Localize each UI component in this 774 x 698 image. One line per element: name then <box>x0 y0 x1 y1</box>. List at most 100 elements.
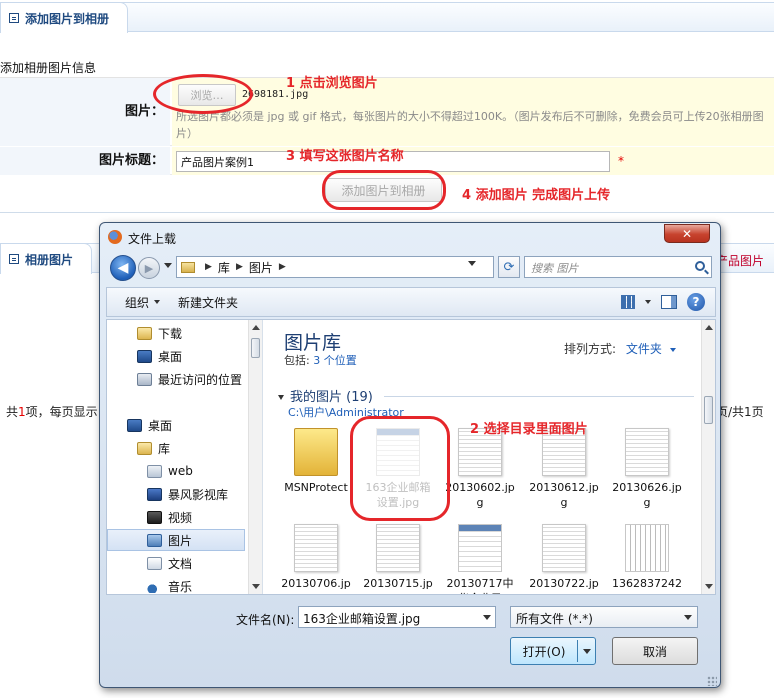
required-mark: * <box>618 154 624 168</box>
scroll-down-icon[interactable] <box>252 584 260 589</box>
nav-item-music[interactable]: 音乐 <box>107 575 245 594</box>
image-row: 图片： 浏览… 2698181.jpg 所选图片都必须是 jpg 或 gif 格… <box>0 78 774 146</box>
file-item[interactable]: 20130612.jpg <box>528 428 600 518</box>
collapse-icon[interactable] <box>278 395 284 400</box>
breadcrumb-pictures[interactable]: 图片 <box>249 259 273 276</box>
file-item[interactable]: 20130715.jpg <box>362 524 434 594</box>
image-field: 浏览… 2698181.jpg 所选图片都必须是 jpg 或 gif 格式，每张… <box>172 78 774 146</box>
chevron-down-icon[interactable] <box>483 615 491 620</box>
address-dropdown-icon[interactable] <box>468 261 476 266</box>
nav-item-pictures[interactable]: 图片 <box>107 529 245 551</box>
view-options-dropdown-icon[interactable] <box>645 300 651 304</box>
file-name: MSNProtect <box>284 481 348 494</box>
search-input[interactable]: 搜索 图片 <box>524 256 712 278</box>
nav-item-recent-places[interactable]: 最近访问的位置 <box>107 368 245 390</box>
downloads-folder-icon <box>137 326 152 340</box>
section-tab-label: 添加图片到相册 <box>25 11 110 26</box>
file-name: 20130602.jpg <box>445 481 515 509</box>
nav-item-web[interactable]: web <box>107 460 245 482</box>
navigation-pane: 下载 桌面 最近访问的位置 桌面 库 web 暴风影视库 视频 图片 文档 音乐 <box>107 320 263 594</box>
close-button[interactable]: ✕ <box>664 224 710 243</box>
image-thumbnail-icon <box>542 524 586 572</box>
nav-item-label: web <box>168 464 193 478</box>
pager-count: 1 <box>18 405 26 419</box>
annotation-step1: 1 点击浏览图片 <box>286 76 378 91</box>
scroll-thumb[interactable] <box>251 338 260 358</box>
nav-item-storm[interactable]: 暴风影视库 <box>107 483 245 505</box>
breadcrumb-library[interactable]: 库 <box>218 259 230 276</box>
preview-pane-icon[interactable] <box>661 295 677 309</box>
filename-input[interactable]: 163企业邮箱设置.jpg <box>298 606 496 628</box>
search-placeholder: 搜索 图片 <box>531 262 579 275</box>
arrange-label: 排列方式: <box>564 342 617 356</box>
open-options-dropdown-icon[interactable] <box>583 648 591 654</box>
chevron-right-icon[interactable]: ▶ <box>236 262 243 272</box>
nav-item-desktop[interactable]: 桌面 <box>107 345 245 367</box>
refresh-button[interactable]: ⟳ <box>498 256 520 278</box>
library-title: 图片库 <box>284 332 342 354</box>
file-name: 20130717中华企业录 <box>446 577 514 594</box>
upload-hint: 所选图片都必须是 jpg 或 gif 格式，每张图片的大小不得超过100K。（图… <box>176 110 764 140</box>
scroll-up-icon[interactable] <box>252 325 260 330</box>
recent-pages-dropdown-icon[interactable] <box>164 263 172 268</box>
resize-grip-icon[interactable] <box>707 676 717 686</box>
scroll-thumb[interactable] <box>704 396 713 424</box>
image-label: 图片： <box>0 78 170 146</box>
help-icon[interactable]: ? <box>687 293 705 311</box>
file-item[interactable]: 20130626.jpg <box>611 428 683 518</box>
desktop-icon <box>127 418 142 432</box>
organize-menu[interactable]: 组织 <box>125 294 161 311</box>
group-header[interactable]: 我的图片 (19) <box>278 386 373 405</box>
forward-button[interactable]: ▶ <box>138 257 160 279</box>
file-item[interactable]: 20130717中华企业录 <box>444 524 516 594</box>
file-item[interactable]: 1362837242082.000 <box>611 524 683 594</box>
nav-item-label: 最近访问的位置 <box>158 372 243 387</box>
nav-item-downloads[interactable]: 下载 <box>107 322 245 344</box>
cancel-button[interactable]: 取消 <box>612 637 698 665</box>
chevron-down-icon[interactable] <box>669 347 676 352</box>
pager-prefix: 共 <box>6 405 19 419</box>
nav-scrollbar[interactable] <box>248 320 262 594</box>
section-icon <box>9 254 19 264</box>
library-subtitle: 包括: 3 个位置 <box>284 352 357 368</box>
search-icon[interactable] <box>695 261 705 271</box>
scroll-up-icon[interactable] <box>705 325 713 330</box>
filetype-select[interactable]: 所有文件 (*.*) <box>510 606 698 628</box>
dialog-titlebar[interactable]: 文件上载 ✕ <box>100 223 720 251</box>
new-folder-button[interactable]: 新建文件夹 <box>178 294 238 311</box>
album-right-link[interactable]: 产品图片 <box>716 252 764 269</box>
file-item[interactable]: 20130722.jpg <box>528 524 600 594</box>
chevron-right-icon[interactable]: ▶ <box>279 262 286 272</box>
image-thumbnail-icon <box>294 524 338 572</box>
address-bar[interactable]: ▶ 库 ▶ 图片 ▶ <box>176 256 494 278</box>
library-locations-link[interactable]: 3 个位置 <box>313 354 357 367</box>
image-thumbnail-icon <box>376 524 420 572</box>
scroll-down-icon[interactable] <box>705 584 713 589</box>
chevron-down-icon <box>154 300 161 304</box>
chevron-right-icon[interactable]: ▶ <box>205 262 212 272</box>
pager-pages: 页/共1页 <box>716 405 764 419</box>
back-button[interactable]: ◀ <box>110 255 136 281</box>
change-view-icon[interactable] <box>621 295 635 309</box>
arrange-value[interactable]: 文件夹 <box>626 342 662 356</box>
file-item[interactable]: MSNProtect <box>280 428 352 518</box>
files-scrollbar[interactable] <box>701 320 715 594</box>
nav-item-documents[interactable]: 文档 <box>107 552 245 574</box>
nav-item-libraries[interactable]: 库 <box>107 437 245 459</box>
nav-item-label: 桌面 <box>148 418 173 433</box>
file-item[interactable]: 20130706.jpg <box>280 524 352 594</box>
libraries-icon <box>137 441 152 455</box>
storm-library-icon <box>147 487 162 501</box>
file-item[interactable]: 20130602.jpg <box>444 428 516 518</box>
nav-item-label: 暴风影视库 <box>168 487 229 502</box>
navigation-bar: ◀ ▶ ▶ 库 ▶ 图片 ▶ ⟳ 搜索 图片 <box>106 253 716 283</box>
new-folder-label: 新建文件夹 <box>178 295 239 310</box>
title-field: 产品图片案例1 * <box>172 147 774 175</box>
nav-item-label: 文档 <box>168 556 193 571</box>
nav-item-videos[interactable]: 视频 <box>107 506 245 528</box>
file-name: 20130612.jpg <box>529 481 599 509</box>
section-tab-add-photo: 添加图片到相册 <box>0 2 129 33</box>
nav-item-desktop-root[interactable]: 桌面 <box>107 414 245 436</box>
firefox-icon <box>108 230 122 244</box>
open-button[interactable]: 打开(O) <box>510 637 596 665</box>
